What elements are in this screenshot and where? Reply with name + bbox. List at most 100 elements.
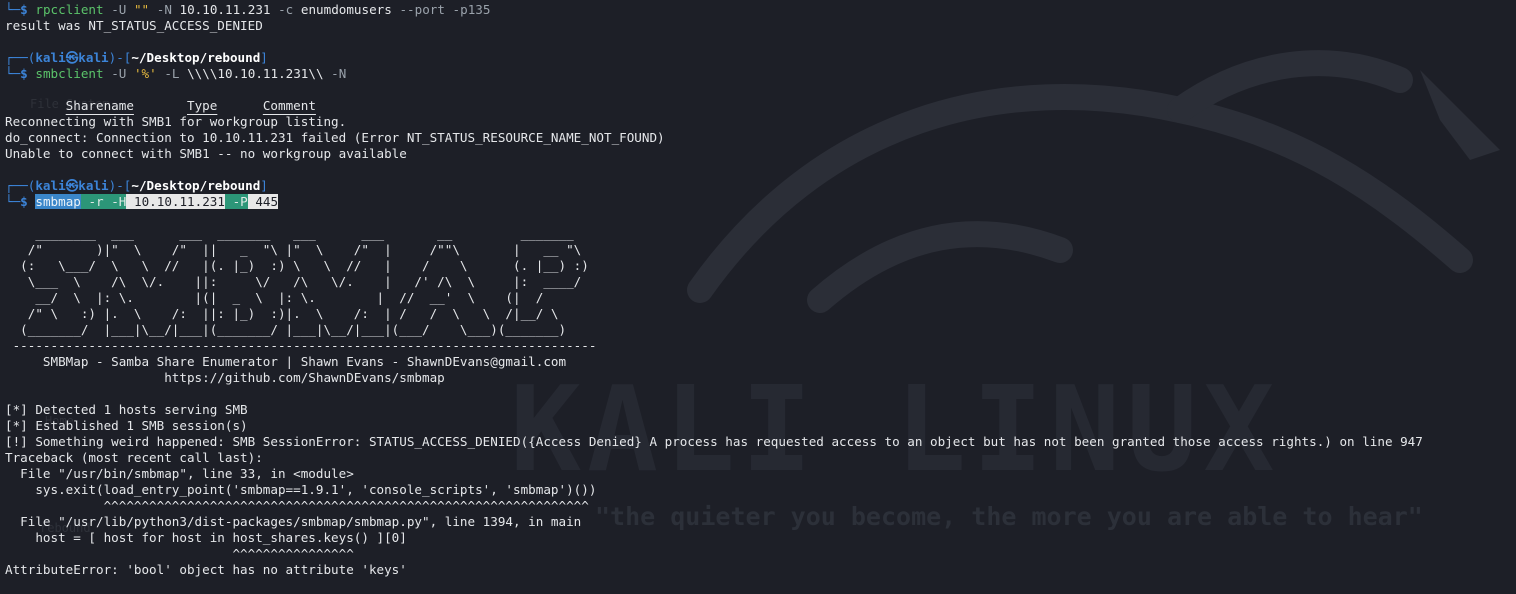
output-line: ^^^^^^^^^^^^^^^^ — [5, 546, 1423, 562]
output-line: Traceback (most recent call last): — [5, 450, 1423, 466]
command-arg: -P — [232, 194, 248, 209]
output-text: ^^^^^^^^^^^^^^^^ — [5, 546, 354, 561]
output-text: Sharename Type Comment — [5, 98, 316, 113]
command-arg: 445 — [255, 194, 279, 209]
output-line: SMBMap - Samba Share Enumerator | Shawn … — [5, 354, 1423, 370]
output-text: __/ \ |: \. |(| _ \ |: \. | // __' \ (| … — [5, 290, 544, 305]
prompt-dollar: $ — [20, 194, 28, 209]
command-arg: -c — [278, 2, 294, 17]
command-name: smbmap — [35, 194, 81, 209]
output-text: File "/usr/lib/python3/dist-packages/smb… — [5, 514, 582, 529]
output-line: File "/usr/lib/python3/dist-packages/smb… — [5, 514, 1423, 530]
prompt-header: ┌──(kali㉿kali)-[~/Desktop/rebound] — [5, 178, 1423, 194]
output-line: result was NT_STATUS_ACCESS_DENIED — [5, 18, 1423, 34]
command-name: rpcclient — [35, 2, 104, 17]
arg-space — [293, 2, 301, 17]
arg-space — [179, 66, 187, 81]
command-arg: --port — [399, 2, 445, 17]
share-column-header: Sharename — [65, 98, 134, 113]
command-line: └─$ smbclient -U '%' -L \\\\10.10.11.231… — [5, 66, 1423, 82]
terminal-output[interactable]: └─$ rpcclient -U "" -N 10.10.11.231 -c e… — [5, 2, 1423, 578]
output-line: host = [ host for host in host_shares.ke… — [5, 530, 1423, 546]
prompt-user: kali — [35, 178, 66, 193]
prompt-header: ┌──(kali㉿kali)-[~/Desktop/rebound] — [5, 50, 1423, 66]
command-arg: 10.10.11.231 — [133, 194, 225, 209]
prompt-at-symbol: ㉿ — [65, 178, 79, 193]
arg-space — [126, 194, 134, 209]
output-text: host = [ host for host in host_shares.ke… — [5, 530, 407, 545]
command-arg: -U — [111, 66, 127, 81]
output-line: (_______/ |___|\__/|___|(_______/ |___|\… — [5, 322, 1423, 338]
command-line: └─$ smbmap -r -H 10.10.11.231 -P 445 — [5, 194, 1423, 210]
output-text: [!] Something weird happened: SMB Sessio… — [5, 434, 1423, 449]
arg-space — [224, 194, 233, 209]
prompt-corner: └─ — [5, 66, 21, 81]
output-line: ^^^^^^^^^^^^^^^^^^^^^^^^^^^^^^^^^^^^^^^^… — [5, 498, 1423, 514]
output-line: Sharename Type Comment — [5, 98, 1423, 114]
output-text: File "/usr/bin/smbmap", line 33, in <mod… — [5, 466, 354, 481]
prompt-at-symbol: ㉿ — [65, 50, 79, 65]
prompt-bracket: ┌──( — [5, 178, 36, 193]
arg-space — [445, 2, 453, 17]
prompt-dollar: $ — [20, 2, 28, 17]
output-line: /" )|" \ /" || _ "\ |" \ /" | /""\ | __ … — [5, 242, 1423, 258]
output-line: File "/usr/bin/smbmap", line 33, in <mod… — [5, 466, 1423, 482]
prompt-cwd: ~/Desktop/rebound — [131, 178, 261, 193]
command-arg: -H — [111, 194, 127, 209]
output-line: /" \ :) |. \ /: ||: |_) :)|. \ /: | / / … — [5, 306, 1423, 322]
command-arg: -p135 — [452, 2, 491, 17]
command-arg: -U — [111, 2, 127, 17]
prompt-bracket: ] — [260, 178, 268, 193]
output-text: /" \ :) |. \ /: ||: |_) :)|. \ /: | / / … — [5, 306, 559, 321]
prompt-cwd: ~/Desktop/rebound — [131, 50, 261, 65]
output-text: result was NT_STATUS_ACCESS_DENIED — [5, 18, 263, 33]
arg-space — [126, 2, 134, 17]
prompt-bracket: )-[ — [108, 178, 132, 193]
command-arg: 10.10.11.231 — [179, 2, 271, 17]
output-text: Reconnecting with SMB1 for workgroup lis… — [5, 114, 347, 129]
command-arg: -N — [156, 2, 172, 17]
output-text: (: \___/ \ \ // |(. |_) :) \ \ // | / \ … — [5, 258, 589, 273]
command-arg: -N — [331, 66, 347, 81]
output-line: [*] Established 1 SMB session(s) — [5, 418, 1423, 434]
output-line: (: \___/ \ \ // |(. |_) :) \ \ // | / \ … — [5, 258, 1423, 274]
output-line: https://github.com/ShawnDEvans/smbmap — [5, 370, 1423, 386]
command-name: smbclient — [35, 66, 104, 81]
output-text: \___ \ /\ \/. ||: \/ /\ \/. | /' /\ \ |:… — [5, 274, 582, 289]
command-arg: -r — [88, 194, 104, 209]
prompt-user: kali — [35, 50, 66, 65]
prompt-corner: └─ — [5, 2, 21, 17]
command-line: └─$ rpcclient -U "" -N 10.10.11.231 -c e… — [5, 2, 1423, 18]
share-column-header: Type — [187, 98, 218, 113]
prompt-bracket: ┌──( — [5, 50, 36, 65]
prompt-bracket: )-[ — [108, 50, 132, 65]
command-arg: \\\\10.10.11.231\\ — [187, 66, 324, 81]
output-text: sys.exit(load_entry_point('smbmap==1.9.1… — [5, 482, 597, 497]
output-line: Reconnecting with SMB1 for workgroup lis… — [5, 114, 1423, 130]
output-text: [*] Established 1 SMB session(s) — [5, 418, 248, 433]
prompt-host: kali — [78, 50, 109, 65]
prompt-bracket: ] — [260, 50, 268, 65]
output-text: (_______/ |___|\__/|___|(_______/ |___|\… — [5, 322, 567, 337]
output-text: ________ ___ ___ _______ ___ ___ __ ____… — [5, 226, 574, 241]
arg-space — [126, 66, 134, 81]
arg-space — [271, 2, 279, 17]
output-text: [*] Detected 1 hosts serving SMB — [5, 402, 248, 417]
prompt-dollar: $ — [20, 66, 28, 81]
output-text: AttributeError: 'bool' object has no att… — [5, 562, 407, 577]
output-text: https://github.com/ShawnDEvans/smbmap — [5, 370, 445, 385]
output-text: do_connect: Connection to 10.10.11.231 f… — [5, 130, 665, 145]
output-line: [*] Detected 1 hosts serving SMB — [5, 402, 1423, 418]
prompt-host: kali — [78, 178, 109, 193]
output-text: ----------------------------------------… — [5, 338, 597, 353]
share-column-header: Comment — [262, 98, 316, 113]
command-arg: "" — [133, 2, 150, 17]
command-arg: -L — [164, 66, 180, 81]
output-line: sys.exit(load_entry_point('smbmap==1.9.1… — [5, 482, 1423, 498]
prompt-corner: └─ — [5, 194, 21, 209]
command-arg: enumdomusers — [300, 2, 392, 17]
